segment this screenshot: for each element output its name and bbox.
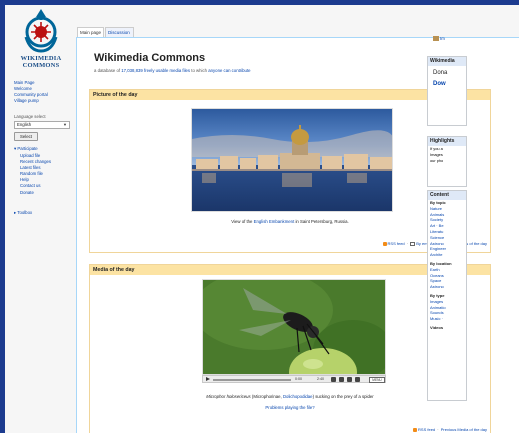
page-title: Wikimedia Commons: [94, 52, 206, 64]
browser-window: WIKIMEDIA COMMONS Main Page Welcome Comm…: [5, 5, 519, 433]
participate-heading[interactable]: ▾ Participate: [14, 146, 38, 152]
highlights-text: our pho: [430, 158, 444, 163]
english-embankment-link[interactable]: English Embankment: [254, 219, 295, 224]
volume-icon[interactable]: [339, 377, 344, 382]
toolbox-heading-label: Toolbox: [17, 210, 33, 215]
rss-icon: [382, 241, 387, 246]
motd-video-graphic: [203, 280, 385, 374]
caption-text: in Saint Petersburg, Russia.: [295, 219, 349, 224]
caption-text: (Microphorinae,: [251, 394, 282, 399]
triangle-down-icon: ▾: [14, 146, 17, 151]
media-player: 0:00 2:40 MENU: [202, 375, 386, 383]
total-time: 2:40: [317, 377, 324, 381]
play-icon[interactable]: [206, 377, 210, 381]
motd-rss-link[interactable]: RSS feed: [418, 427, 435, 432]
caption-text: ) sucking on the prey of a spider: [312, 394, 374, 399]
content-box: Content By topic Nature Animals Society Art …: [427, 190, 467, 401]
image-icon: [433, 36, 439, 42]
separator: ·: [437, 427, 439, 432]
wikimedia-box-heading: Wikimedia: [428, 57, 466, 66]
separator: ·: [406, 241, 409, 246]
potd-rss-link[interactable]: RSS feed: [388, 241, 405, 246]
highlights-box: Highlights If you a Images our pho: [427, 136, 467, 187]
language-dropdown[interactable]: English ▼: [14, 121, 70, 129]
player-menu-button[interactable]: MENU: [369, 376, 385, 383]
highlights-box-heading: Highlights: [428, 137, 466, 146]
seek-bar[interactable]: [213, 379, 291, 381]
elapsed-time: 0:00: [295, 377, 302, 381]
logo-text: WIKIMEDIA COMMONS: [9, 55, 73, 69]
tagline-text: to which: [191, 68, 208, 73]
sidebar: WIKIMEDIA COMMONS Main Page Welcome Comm…: [5, 5, 75, 433]
problems-playing-label: Problems playing the file?: [265, 405, 315, 410]
problems-playing-link[interactable]: Problems playing the file?: [90, 405, 490, 410]
sidebar-item-donate[interactable]: Donate: [20, 190, 51, 196]
content-list-item: Videos: [430, 324, 444, 330]
participate-list: Upload file Recent changes Latest files …: [20, 153, 51, 196]
toolbox-heading[interactable]: ▸ Toolbox: [14, 210, 32, 216]
rss-icon: [413, 427, 418, 432]
free-media-link[interactable]: freely usable media files: [144, 68, 190, 73]
volume-level-icon[interactable]: [347, 377, 352, 382]
tab-discussion[interactable]: Discussion: [105, 27, 134, 37]
content-list: By topic Nature Animals Society Art · Be Lite…: [428, 200, 466, 331]
species-name: Microphor holosericeus: [206, 394, 251, 399]
sidebar-nav: Main Page Welcome Community portal Villa…: [14, 80, 48, 104]
dolichopodidae-link[interactable]: Dolichopodidae: [283, 394, 313, 399]
file-count-link[interactable]: 17,038,839: [121, 68, 143, 73]
participate-heading-label: Participate: [17, 146, 38, 151]
donate-text: Dona: [433, 70, 448, 76]
content-box-heading: Content: [428, 191, 466, 200]
subtitles-icon[interactable]: [331, 377, 336, 382]
triangle-right-icon: ▸: [14, 210, 17, 215]
caption-text: View of the: [231, 219, 253, 224]
potd-image-graphic: [192, 109, 392, 211]
motd-video-frame[interactable]: [202, 279, 386, 375]
page-tagline: a database of 17,038,839 freely usable m…: [94, 68, 251, 73]
fullscreen-icon[interactable]: [355, 377, 360, 382]
download-link[interactable]: Dow: [433, 81, 446, 87]
logo-text-line: WIKIMEDIA: [20, 55, 62, 62]
motd-feed-links: RSS feed · Previous Media of the day: [413, 427, 487, 432]
tagline-text: a database of: [94, 68, 121, 73]
tab-main-page[interactable]: Main page: [77, 27, 104, 37]
upload-label: Im: [440, 36, 445, 41]
potd-image[interactable]: [191, 108, 393, 212]
wikimedia-box: Wikimedia Dona Dow: [427, 56, 467, 126]
email-icon: [410, 241, 416, 246]
sidebar-item-village-pump[interactable]: Village pump: [14, 98, 48, 104]
language-select-button[interactable]: Select: [14, 132, 38, 141]
language-select-label: Language select: [14, 114, 46, 119]
language-value: English: [17, 122, 32, 127]
logo-text-line: COMMONS: [22, 62, 60, 69]
chevron-down-icon: ▼: [63, 122, 67, 127]
previous-media-link[interactable]: Previous Media of the day: [441, 427, 487, 432]
anyone-can-contribute-link[interactable]: anyone can contribute: [208, 68, 250, 73]
upload-image-link[interactable]: Im: [433, 36, 445, 42]
